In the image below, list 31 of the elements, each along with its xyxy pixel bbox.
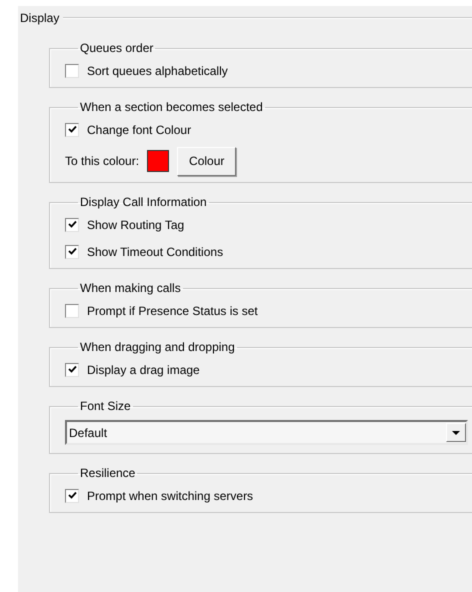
font-size-dropdown[interactable]: Default	[65, 420, 468, 445]
checkmark-icon	[68, 220, 76, 229]
checkmark-icon	[68, 365, 76, 374]
group-title: Display Call Information	[79, 194, 208, 211]
group-title: Resilience	[79, 465, 136, 482]
group-title: When making calls	[79, 280, 182, 297]
checkbox-label: Display a drag image	[87, 362, 200, 378]
group-title: When a section becomes selected	[79, 99, 264, 116]
checkbox-label: Prompt when switching servers	[87, 488, 254, 504]
checkmark-icon	[68, 491, 76, 500]
checkbox[interactable]	[65, 122, 79, 136]
checkbox[interactable]	[65, 362, 79, 376]
checkmark-icon	[68, 125, 76, 134]
colour-button[interactable]: Colour	[177, 146, 236, 176]
checkbox[interactable]	[65, 218, 79, 232]
checkbox-label: Show Routing Tag	[87, 216, 184, 234]
dropdown-value: Default	[68, 424, 108, 442]
group-title: Queues order	[79, 40, 154, 57]
checkbox-label: Change font Colour	[87, 122, 192, 138]
group-title: Font Size	[79, 398, 132, 415]
checkbox-label: Prompt if Presence Status is set	[87, 302, 258, 320]
group-title: When dragging and dropping	[79, 339, 236, 356]
colour-label: To this colour:	[65, 153, 140, 170]
checkbox[interactable]	[65, 64, 79, 78]
checkbox-label: Show Timeout Conditions	[87, 244, 224, 260]
checkbox-label: Sort queues alphabetically	[87, 62, 228, 80]
section-title: Display	[20, 10, 60, 27]
checkbox[interactable]	[65, 488, 79, 502]
checkmark-icon	[68, 247, 76, 256]
checkbox[interactable]	[65, 304, 79, 318]
checkbox[interactable]	[65, 244, 79, 258]
